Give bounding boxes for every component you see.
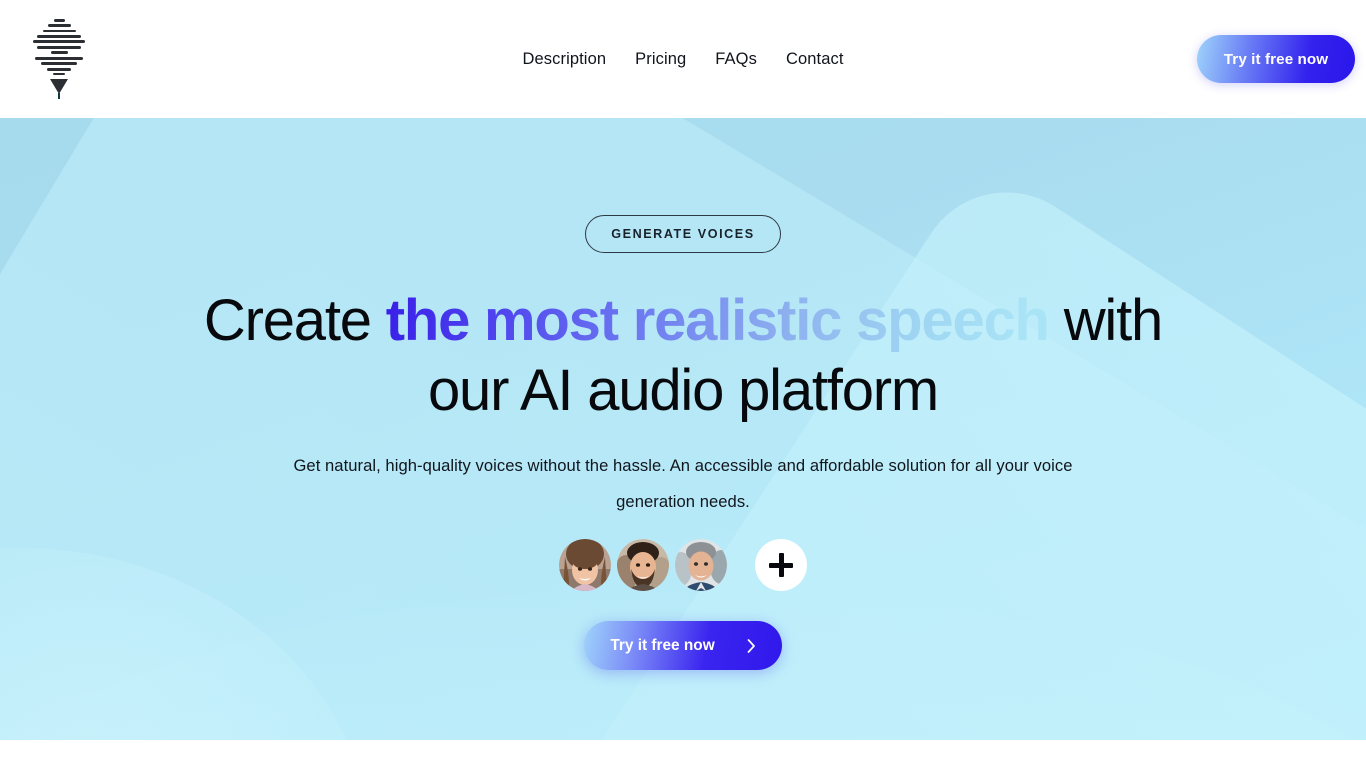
hero-section: GENERATE VOICES Create the most realisti… — [0, 118, 1366, 740]
nav-item-description[interactable]: Description — [522, 50, 606, 69]
avatar-user-2[interactable] — [617, 539, 669, 591]
add-avatar-button[interactable] — [755, 539, 807, 591]
headline-text-line2: our AI audio platform — [428, 358, 939, 423]
nav-item-faqs[interactable]: FAQs — [715, 50, 757, 69]
hero-headline: Create the most realistic speech with ou… — [153, 286, 1213, 426]
avatar-group — [559, 539, 807, 591]
hero-try-free-button[interactable]: Try it free now — [584, 621, 782, 670]
avatar-user-3[interactable] — [675, 539, 727, 591]
page-body-below-hero — [0, 740, 1366, 768]
chevron-right-icon — [747, 638, 756, 653]
headline-text-lead: Create — [203, 288, 386, 353]
hero-cta-label: Try it free now — [610, 636, 715, 654]
headline-text-tail: with — [1048, 288, 1164, 353]
headline-text-gradient: the most realistic speech — [385, 288, 1050, 353]
site-header: Description Pricing FAQs Contact Try it … — [0, 0, 1366, 118]
main-navigation: Description Pricing FAQs Contact — [0, 0, 1366, 118]
header-try-free-button[interactable]: Try it free now — [1197, 35, 1355, 83]
generate-voices-badge[interactable]: GENERATE VOICES — [585, 215, 781, 253]
plus-icon — [769, 553, 793, 577]
avatar-user-1[interactable] — [559, 539, 611, 591]
nav-item-contact[interactable]: Contact — [786, 50, 844, 69]
nav-item-pricing[interactable]: Pricing — [635, 50, 686, 69]
hero-subtitle: Get natural, high-quality voices without… — [293, 456, 1073, 511]
